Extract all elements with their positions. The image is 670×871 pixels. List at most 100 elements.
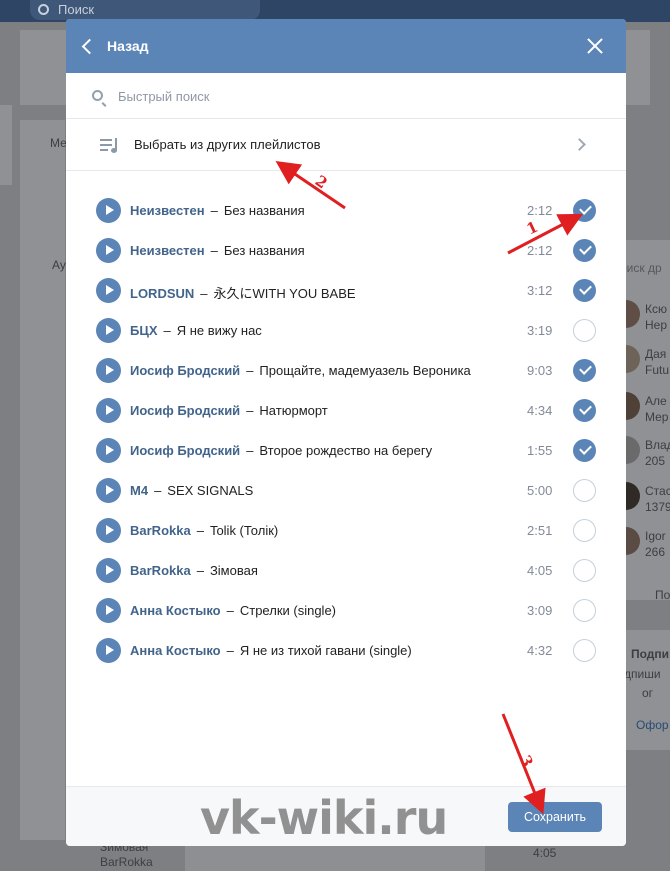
track-row[interactable]: Неизвестен – Без названия 2:12 [66,231,626,271]
track-artist[interactable]: Анна Костыко [130,603,221,618]
unchecked-circle-icon[interactable] [573,599,596,622]
top-search-placeholder: Поиск [58,2,95,17]
search-icon [38,4,49,15]
play-icon[interactable] [96,518,121,543]
bg-friend-name[interactable]: Стас [645,484,670,498]
play-icon[interactable] [96,598,121,623]
track-title: Без названия [223,203,305,218]
play-icon[interactable] [96,278,121,303]
bg-friend-name[interactable]: Але [645,394,667,408]
dash-separator: – [210,243,218,258]
track-text: Иосиф Бродский – Натюрморт [130,403,328,418]
track-row[interactable]: Анна Костыко – Я не из тихой гавани (singl… [66,631,626,671]
track-text: БЦХ – Я не вижу нас [130,323,262,338]
choose-from-playlists-row[interactable]: Выбрать из других плейлистов [66,119,626,171]
track-text: Анна Костыко – Стрелки (single) [130,603,336,618]
close-icon[interactable] [586,37,604,55]
track-row[interactable]: BarRokka – Зімовая 4:05 [66,551,626,591]
bg-subscribe-text: дпиши [624,667,661,681]
track-artist[interactable]: BarRokka [130,563,191,578]
unchecked-circle-icon[interactable] [573,559,596,582]
top-search-input[interactable]: Поиск [30,0,260,20]
bg-show-button[interactable]: Пок [655,588,670,602]
playlist-icon [100,138,122,154]
save-button[interactable]: Сохранить [508,802,602,832]
bg-subscribe-title: Подпи [631,647,670,661]
track-row[interactable]: Иосиф Бродский – Второе рождество на берег… [66,431,626,471]
track-row[interactable]: Иосиф Бродский – Натюрморт 4:34 [66,391,626,431]
track-artist[interactable]: БЦХ [130,323,158,338]
play-icon[interactable] [96,398,121,423]
unchecked-circle-icon[interactable] [573,479,596,502]
play-icon[interactable] [96,558,121,583]
play-icon[interactable] [96,358,121,383]
play-icon[interactable] [96,238,121,263]
track-text: M4– SEX SIGNALS [130,483,253,498]
bg-subscribe-button[interactable]: Офор [636,718,669,732]
bg-friend-search[interactable]: оиск др [620,261,662,275]
play-icon[interactable] [96,478,121,503]
unchecked-circle-icon[interactable] [573,319,596,342]
bg-friend-sub: 1379 [645,500,670,514]
track-artist[interactable]: Иосиф Бродский [130,363,240,378]
unchecked-circle-icon[interactable] [573,639,596,662]
track-text: Иосиф Бродский – Прощайте, мадемуазель Вер… [130,363,471,378]
track-duration: 4:32 [527,643,553,658]
back-button[interactable]: Назад [78,19,149,73]
play-icon[interactable] [96,318,121,343]
track-text: BarRokka – Tolik (Толік) [130,523,278,538]
checked-circle-icon[interactable] [573,239,596,262]
track-row[interactable]: Анна Костыко – Стрелки (single) 3:09 [66,591,626,631]
track-duration: 3:09 [527,603,553,618]
bg-friend-name[interactable]: Ксю [645,302,667,316]
track-row[interactable]: БЦХ – Я не вижу нас 3:19 [66,311,626,351]
track-artist[interactable]: BarRokka [130,523,191,538]
track-duration: 2:12 [527,243,553,258]
track-artist[interactable]: M4 [130,483,148,498]
checked-circle-icon[interactable] [573,279,596,302]
track-duration: 9:03 [527,363,553,378]
track-text: BarRokka – Зімовая [130,563,258,578]
play-icon[interactable] [96,198,121,223]
checked-circle-icon[interactable] [573,199,596,222]
dash-separator: – [196,563,204,578]
bg-friend-name[interactable]: Дая [645,347,666,361]
track-artist[interactable]: Иосиф Бродский [130,403,240,418]
track-artist[interactable]: Неизвестен [130,243,205,258]
dash-separator: – [226,643,234,658]
dash-separator: – [196,523,204,538]
track-row[interactable]: BarRokka – Tolik (Толік) 2:51 [66,511,626,551]
chevron-right-icon [573,138,586,151]
unchecked-circle-icon[interactable] [573,519,596,542]
track-title: Натюрморт [259,403,328,418]
bg-track-artist: BarRokka [100,855,153,869]
track-duration: 1:55 [527,443,553,458]
track-row[interactable]: LORDSUN – 永久にWITH YOU BABE 3:12 [66,271,626,311]
dash-separator: – [246,443,254,458]
play-icon[interactable] [96,638,121,663]
background-left-column [20,120,65,840]
checked-circle-icon[interactable] [573,399,596,422]
play-icon[interactable] [96,438,121,463]
bg-friend-name[interactable]: Igor [645,529,666,543]
bg-track-duration: 4:05 [533,846,557,860]
checked-circle-icon[interactable] [573,439,596,462]
track-row[interactable]: Иосиф Бродский – Прощайте, мадемуазель Вер… [66,351,626,391]
track-artist[interactable]: LORDSUN [130,286,194,301]
track-text: LORDSUN – 永久にWITH YOU BABE [130,283,356,302]
back-label: Назад [107,38,149,54]
bg-friend-name[interactable]: Влад [645,438,670,452]
track-row[interactable]: M4– SEX SIGNALS 5:00 [66,471,626,511]
checked-circle-icon[interactable] [573,359,596,382]
track-artist[interactable]: Неизвестен [130,203,205,218]
bg-friend-sub: Нер [645,318,668,332]
track-text: Иосиф Бродский – Второе рождество на берег… [130,443,432,458]
track-artist[interactable]: Иосиф Бродский [130,443,240,458]
track-duration: 2:51 [527,523,553,538]
track-artist[interactable]: Анна Костыко [130,643,221,658]
track-title: Я не вижу нас [176,323,262,338]
quick-search-input[interactable] [118,85,578,107]
track-row[interactable]: Неизвестен – Без названия 2:12 [66,191,626,231]
track-duration: 3:19 [527,323,553,338]
dash-separator: – [246,403,254,418]
